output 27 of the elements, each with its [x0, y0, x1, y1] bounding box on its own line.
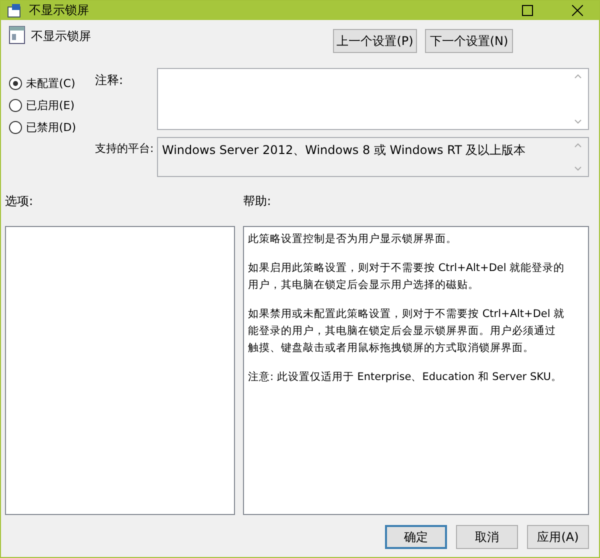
- radio-button[interactable]: [9, 121, 22, 134]
- platform-field: Windows Server 2012、Windows 8 或 Windows RT 及以上版本: [157, 137, 589, 177]
- dialog-button[interactable]: 应用(A): [527, 525, 589, 549]
- options-label: 选项:: [5, 193, 34, 210]
- radio-label: 已禁用(D): [26, 120, 76, 135]
- help-label: 帮助:: [243, 193, 272, 210]
- policy-icon: [7, 4, 23, 18]
- help-paragraph: 注意: 此设置仅适用于 Enterprise、Education 和 Server SKU。: [248, 370, 563, 385]
- dialog-button[interactable]: 取消: [456, 525, 518, 549]
- help-paragraph: 如果启用此策略设置，则对于不需要按 Ctrl+Alt+Del 就能登录的用户，其电脑在锁定后会显示用户选择的磁贴。: [248, 261, 566, 293]
- radio-label: 未配置(C): [26, 76, 76, 91]
- platform-label: 支持的平台:: [95, 141, 155, 157]
- dialog-button[interactable]: 确定: [385, 525, 447, 549]
- maximize-icon[interactable]: [522, 5, 532, 16]
- policy-name: 不显示锁屏: [31, 28, 92, 45]
- policy-icon: [9, 26, 25, 44]
- next-setting-button[interactable]: 下一个设置(N): [425, 29, 513, 53]
- help-paragraph: 如果禁用或未配置此策略设置，则对于不需要按 Ctrl+Alt+Del 就能登录的用户，其电脑在锁定后会显示锁屏界面。用户必须通过触摸、键盘敲击或者用鼠标拖拽锁屏的方式取消锁屏界面。: [248, 307, 566, 356]
- previous-setting-button[interactable]: 上一个设置(P): [333, 29, 417, 53]
- help-paragraph: 此策略设置控制是否为用户显示锁屏界面。: [248, 232, 458, 247]
- window-title: 不显示锁屏: [29, 2, 90, 19]
- radio-button[interactable]: [9, 99, 22, 112]
- close-icon[interactable]: [572, 5, 582, 16]
- comment-label: 注释:: [95, 72, 124, 89]
- radio-label: 已启用(E): [26, 98, 75, 113]
- comment-field[interactable]: [157, 68, 589, 130]
- radio-button[interactable]: [9, 77, 22, 90]
